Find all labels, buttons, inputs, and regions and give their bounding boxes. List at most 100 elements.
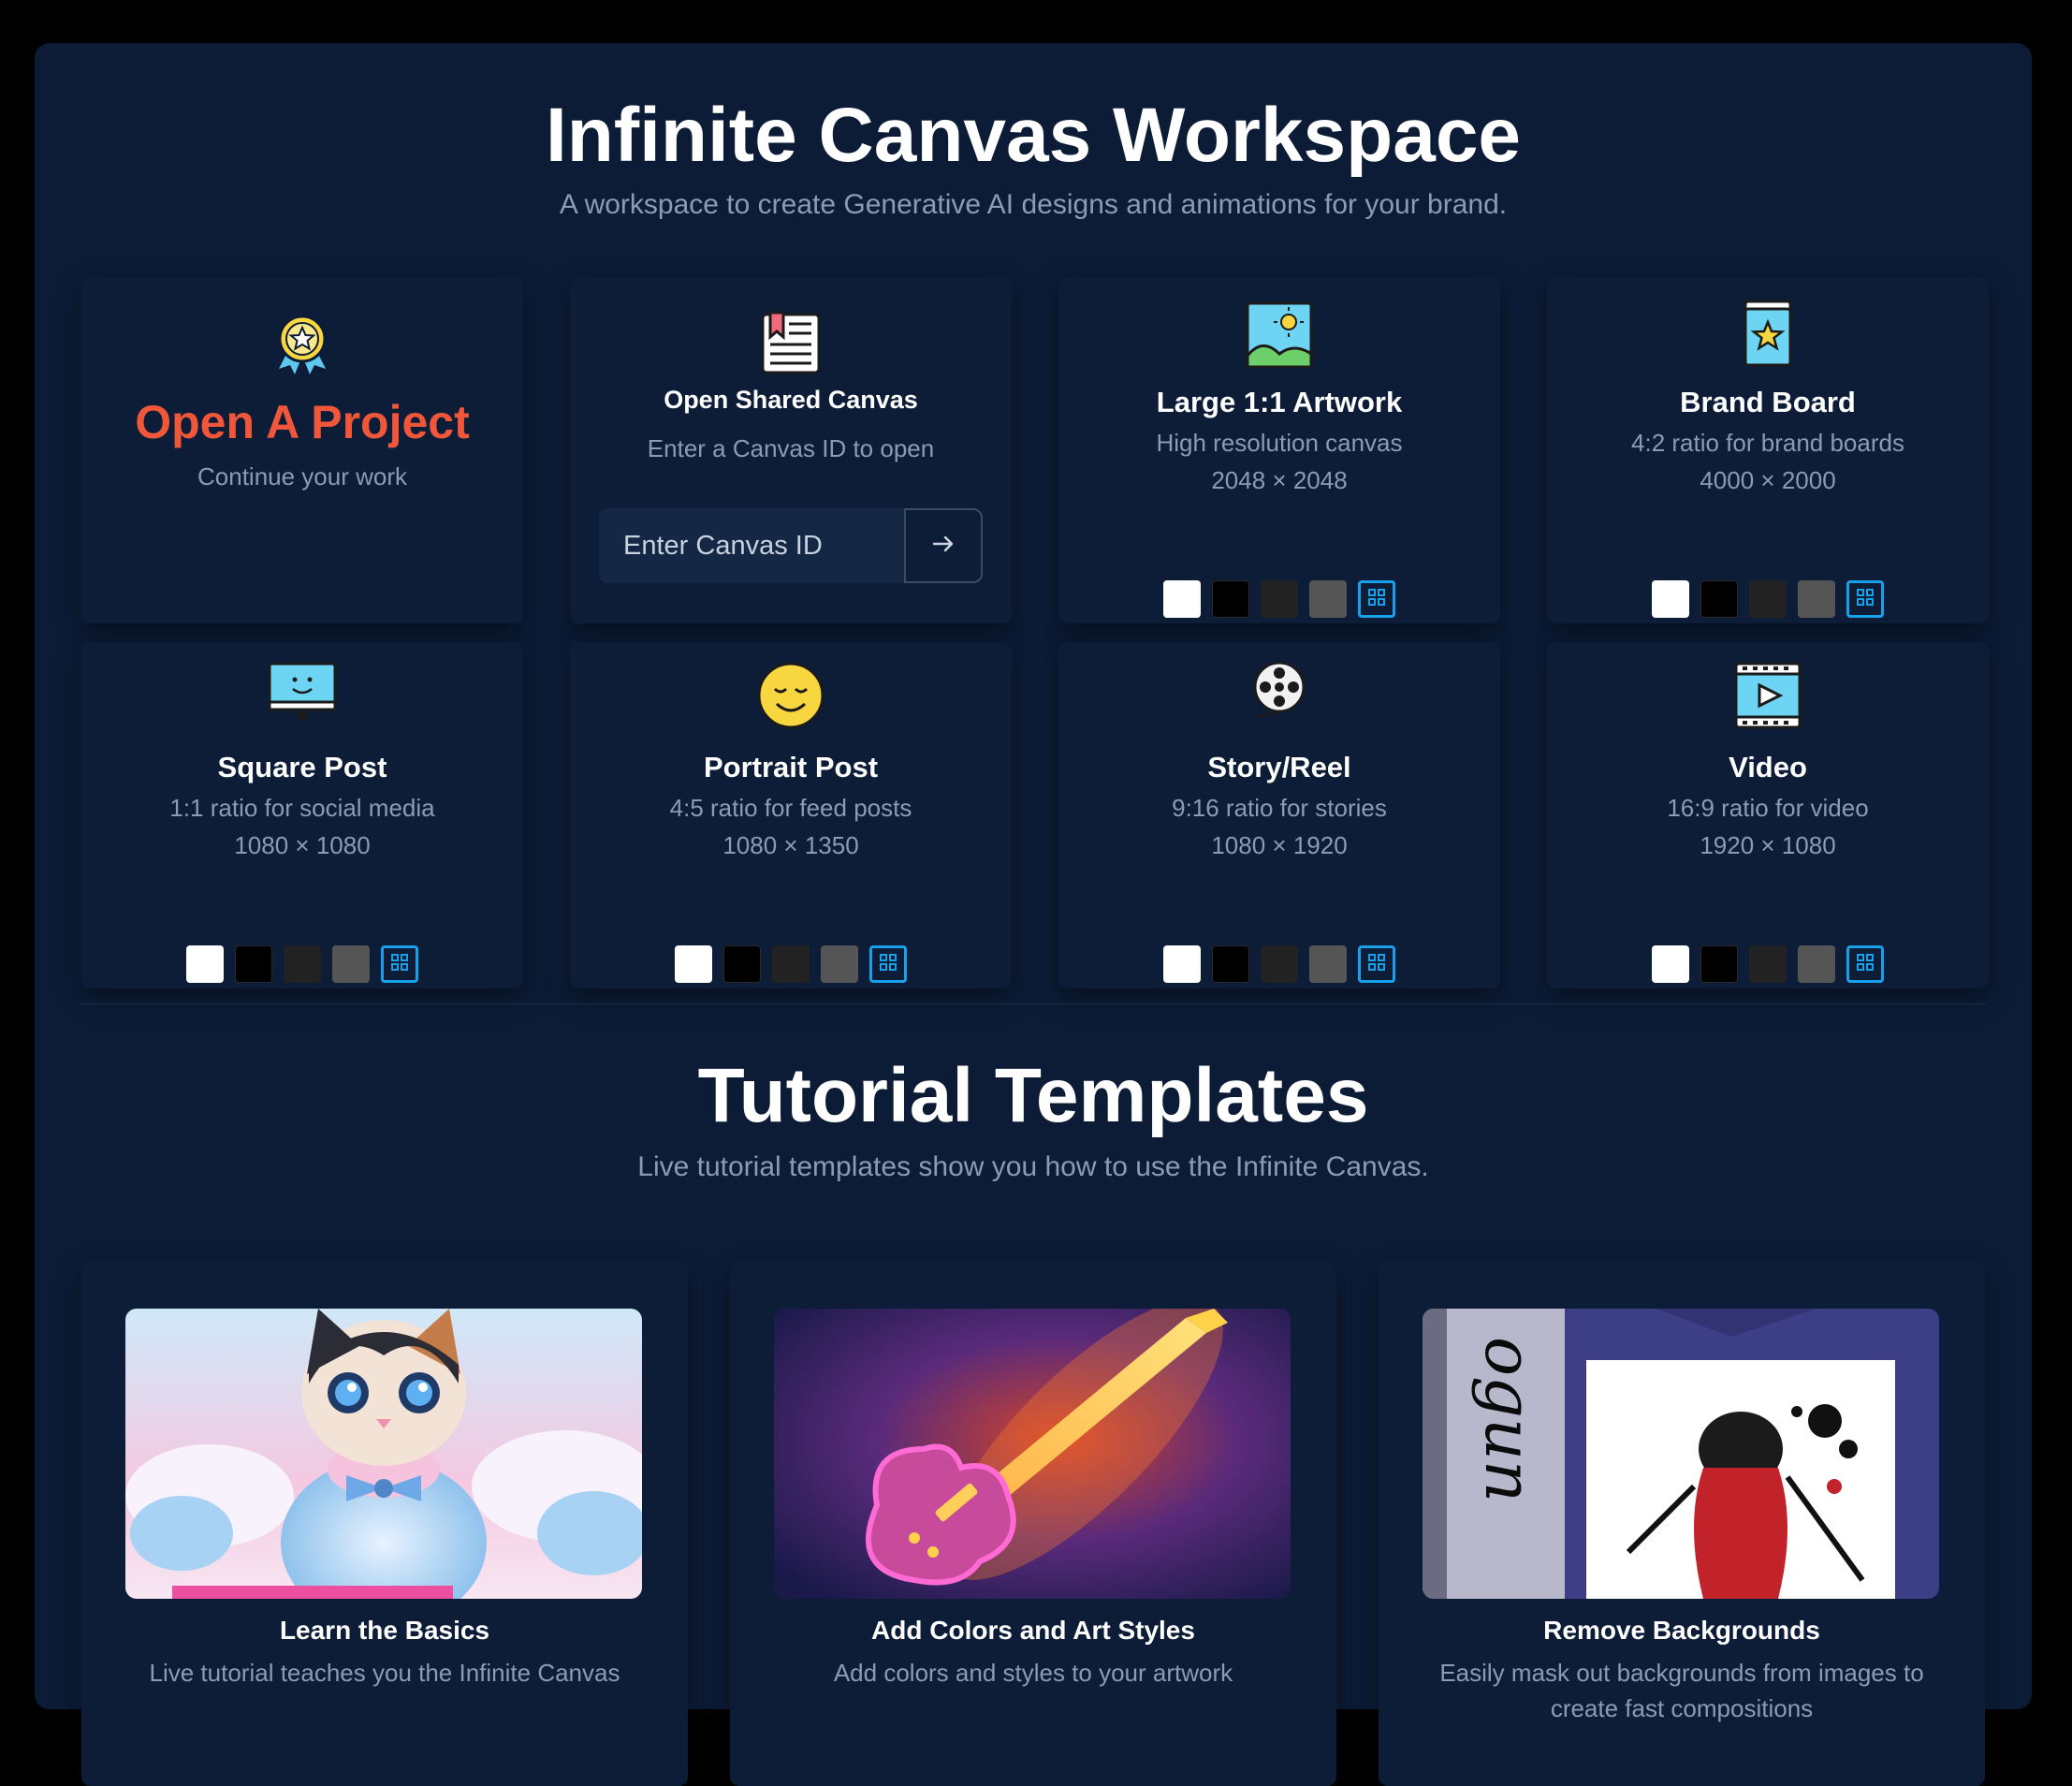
- tutorial-title: Remove Backgrounds: [1543, 1616, 1820, 1645]
- open-canvas-button[interactable]: [904, 508, 983, 583]
- arrow-right-icon: [931, 532, 956, 561]
- format-card-portrait-post[interactable]: Portrait Post 4:5 ratio for feed posts 1…: [570, 642, 1012, 988]
- format-title: Video: [1729, 751, 1807, 783]
- grid-icon: [390, 953, 409, 976]
- page-title: Infinite Canvas Workspace: [545, 93, 1522, 178]
- format-card-large-artwork[interactable]: Large 1:1 Artwork High resolution canvas…: [1058, 277, 1500, 623]
- color-swatch[interactable]: [332, 945, 370, 983]
- background-swatches: [1547, 945, 1989, 983]
- tutorial-desc: Live tutorial teaches you the Infinite C…: [149, 1659, 620, 1687]
- format-desc: 4:2 ratio for brand boards: [1631, 429, 1904, 457]
- template-grid-button[interactable]: [381, 945, 418, 983]
- smiley-icon: [756, 661, 825, 735]
- award-ribbon-icon: [270, 311, 335, 381]
- color-swatch[interactable]: [1652, 580, 1689, 618]
- color-swatch[interactable]: [1163, 945, 1201, 983]
- color-swatch[interactable]: [1212, 945, 1249, 983]
- film-reel-icon: [1250, 659, 1308, 724]
- color-swatch[interactable]: [1261, 580, 1298, 618]
- format-desc: 4:5 ratio for feed posts: [669, 794, 912, 822]
- color-swatch[interactable]: [186, 945, 224, 983]
- format-desc: High resolution canvas: [1156, 429, 1403, 457]
- format-size: 1920 × 1080: [1700, 831, 1836, 859]
- grid-icon: [1367, 953, 1386, 976]
- background-swatches: [1058, 580, 1500, 618]
- color-swatch[interactable]: [1652, 945, 1689, 983]
- svg-text:ogun: ogun: [1470, 1337, 1547, 1502]
- color-swatch[interactable]: [235, 945, 272, 983]
- tutorial-thumbnail-samurai: ogun: [1423, 1309, 1939, 1599]
- page-subtitle: A workspace to create Generative AI desi…: [559, 189, 1508, 220]
- canvas-id-input[interactable]: [599, 508, 904, 583]
- color-swatch[interactable]: [1798, 580, 1835, 618]
- tutorial-title: Add Colors and Art Styles: [871, 1616, 1195, 1645]
- color-swatch[interactable]: [723, 945, 761, 983]
- format-card-video[interactable]: Video 16:9 ratio for video 1920 × 1080: [1547, 642, 1989, 988]
- background-swatches: [1058, 945, 1500, 983]
- template-grid-button[interactable]: [1846, 945, 1884, 983]
- tutorial-desc: Add colors and styles to your artwork: [833, 1659, 1233, 1687]
- grid-icon: [1856, 953, 1875, 976]
- format-title: Square Post: [217, 751, 387, 783]
- background-swatches: [81, 945, 523, 983]
- format-size: 4000 × 2000: [1700, 466, 1836, 494]
- format-desc: 1:1 ratio for social media: [169, 794, 435, 822]
- format-card-square-post[interactable]: Square Post 1:1 ratio for social media 1…: [81, 642, 523, 988]
- color-swatch[interactable]: [1798, 945, 1835, 983]
- tutorial-title: Learn the Basics: [279, 1616, 490, 1645]
- open-project-title: Open A Project: [135, 396, 470, 448]
- format-title: Brand Board: [1680, 386, 1856, 418]
- grid-icon: [879, 953, 897, 976]
- format-size: 2048 × 2048: [1211, 466, 1348, 494]
- format-desc: 9:16 ratio for stories: [1172, 794, 1387, 822]
- format-size: 1080 × 1920: [1211, 831, 1348, 859]
- format-title: Portrait Post: [703, 751, 879, 783]
- format-title: Large 1:1 Artwork: [1156, 386, 1403, 418]
- video-play-icon: [1733, 661, 1802, 735]
- color-swatch[interactable]: [1309, 945, 1347, 983]
- color-swatch[interactable]: [284, 945, 321, 983]
- tutorials-title: Tutorial Templates: [697, 1053, 1369, 1138]
- template-grid-button[interactable]: [1846, 580, 1884, 618]
- color-swatch[interactable]: [1700, 945, 1738, 983]
- open-shared-canvas-card: Open Shared Canvas Enter a Canvas ID to …: [570, 277, 1012, 623]
- open-project-card[interactable]: Open A Project Continue your work: [81, 277, 523, 623]
- document-icon: [757, 309, 824, 381]
- color-swatch[interactable]: [821, 945, 858, 983]
- format-size: 1080 × 1350: [722, 831, 859, 859]
- color-swatch[interactable]: [1309, 580, 1347, 618]
- tutorial-desc: Easily mask out backgrounds from images …: [1439, 1659, 1924, 1722]
- tutorial-card-basics[interactable]: Learn the Basics Live tutorial teaches y…: [81, 1262, 688, 1786]
- color-swatch[interactable]: [1749, 945, 1787, 983]
- color-swatch[interactable]: [772, 945, 810, 983]
- format-card-brand-board[interactable]: Brand Board 4:2 ratio for brand boards 4…: [1547, 277, 1989, 623]
- shared-canvas-desc: Enter a Canvas ID to open: [647, 434, 935, 462]
- format-card-story-reel[interactable]: Story/Reel 9:16 ratio for stories 1080 ×…: [1058, 642, 1500, 988]
- color-swatch[interactable]: [1212, 580, 1249, 618]
- monitor-smile-icon: [267, 661, 338, 731]
- workspace-panel: Infinite Canvas Workspace A workspace to…: [35, 43, 2032, 1786]
- format-title: Story/Reel: [1207, 751, 1351, 783]
- grid-icon: [1856, 588, 1875, 611]
- tutorial-card-remove-bg[interactable]: ogun Remove Backgrounds Easily mask out …: [1379, 1262, 1985, 1786]
- open-project-desc: Continue your work: [197, 462, 407, 490]
- color-swatch[interactable]: [675, 945, 712, 983]
- shared-canvas-title: Open Shared Canvas: [664, 386, 918, 414]
- background-swatches: [1547, 580, 1989, 618]
- color-swatch[interactable]: [1749, 580, 1787, 618]
- color-swatch[interactable]: [1700, 580, 1738, 618]
- tutorials-subtitle: Live tutorial templates show you how to …: [637, 1151, 1429, 1182]
- template-grid-button[interactable]: [1358, 945, 1395, 983]
- background-swatches: [570, 945, 1012, 983]
- tutorial-thumbnail-cat: [125, 1309, 642, 1599]
- tutorial-thumbnail-guitar: [774, 1309, 1291, 1599]
- section-divider: [81, 1003, 1985, 1004]
- format-desc: 16:9 ratio for video: [1667, 794, 1869, 822]
- color-swatch[interactable]: [1261, 945, 1298, 983]
- template-grid-button[interactable]: [1358, 580, 1395, 618]
- grid-icon: [1367, 588, 1386, 611]
- template-grid-button[interactable]: [869, 945, 907, 983]
- color-swatch[interactable]: [1163, 580, 1201, 618]
- landscape-icon: [1246, 301, 1313, 373]
- tutorial-card-colors[interactable]: Add Colors and Art Styles Add colors and…: [730, 1262, 1336, 1786]
